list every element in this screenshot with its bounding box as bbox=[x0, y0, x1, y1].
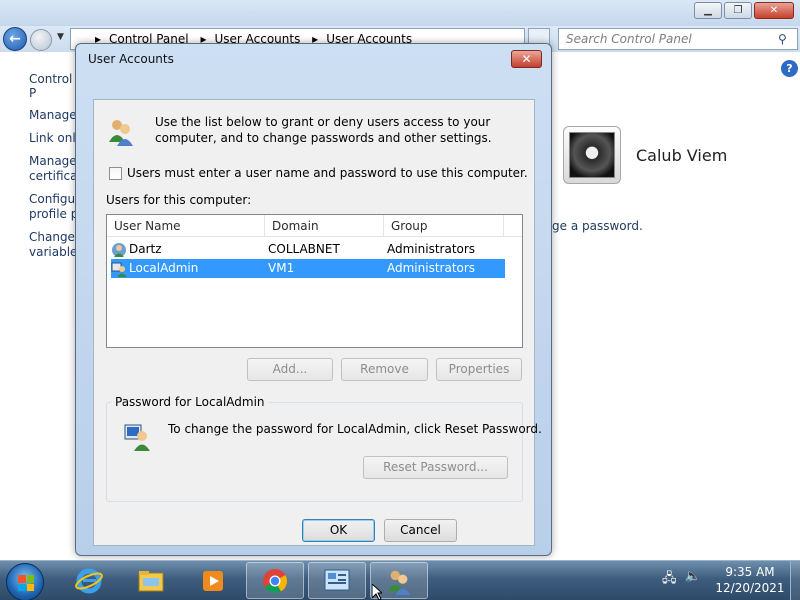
left-pane-link[interactable]: Manage bbox=[29, 108, 77, 122]
properties-button[interactable]: Properties bbox=[436, 358, 522, 381]
domain-user-icon bbox=[112, 242, 126, 257]
password-group: Password for LocalAdmin To change the pa… bbox=[106, 395, 542, 502]
search-icon[interactable]: ⚲ bbox=[778, 32, 792, 46]
user-password-icon bbox=[124, 424, 150, 451]
users-list[interactable]: User Name Domain Group Dartz COLLABNET A… bbox=[106, 214, 523, 348]
dialog-body: Use the list below to grant or deny user… bbox=[93, 99, 542, 546]
user-picture bbox=[563, 126, 621, 184]
left-pane-link[interactable]: Configur bbox=[29, 192, 80, 206]
column-header-group[interactable]: Group bbox=[384, 215, 504, 237]
intro-text: Use the list below to grant or deny user… bbox=[155, 115, 492, 145]
start-button[interactable] bbox=[6, 563, 44, 600]
explorer-icon[interactable] bbox=[122, 562, 180, 599]
cancel-button[interactable]: Cancel bbox=[384, 519, 457, 542]
clock[interactable]: 9:35 AM 12/20/2021 bbox=[715, 564, 785, 596]
user-name-cell: Dartz bbox=[129, 242, 162, 256]
dog-picture-icon bbox=[569, 132, 615, 178]
must-login-label[interactable]: Users must enter a user name and passwor… bbox=[127, 166, 528, 180]
clock-date: 12/20/2021 bbox=[715, 581, 785, 595]
column-header-domain[interactable]: Domain bbox=[265, 215, 384, 237]
clock-time: 9:35 AM bbox=[725, 565, 775, 579]
must-login-checkbox[interactable] bbox=[109, 166, 122, 180]
windows-logo-icon bbox=[18, 575, 34, 591]
remove-button[interactable]: Remove bbox=[341, 358, 428, 381]
password-instructions: To change the password for LocalAdmin, c… bbox=[168, 422, 542, 436]
forward-button[interactable] bbox=[30, 29, 52, 51]
search-input[interactable]: Search Control Panel ⚲ bbox=[558, 28, 798, 50]
mouse-cursor-icon bbox=[372, 584, 382, 600]
left-pane-link[interactable]: Change bbox=[29, 230, 75, 244]
group-cell: Administrators bbox=[387, 242, 476, 256]
list-header: User Name Domain Group bbox=[107, 215, 522, 237]
change-password-link[interactable]: ge a password. bbox=[552, 219, 643, 233]
search-placeholder: Search Control Panel bbox=[566, 32, 692, 46]
domain-cell: VM1 bbox=[268, 261, 295, 275]
network-icon[interactable]: 🖧 bbox=[662, 569, 677, 591]
account-name: Calub Viem bbox=[636, 146, 728, 165]
domain-cell: COLLABNET bbox=[268, 242, 340, 256]
column-header-user-name[interactable]: User Name bbox=[107, 215, 265, 237]
must-login-row[interactable]: Users must enter a user name and passwor… bbox=[109, 166, 528, 180]
system-tray: 🖧 🔈 bbox=[662, 569, 701, 591]
control-panel-icon[interactable] bbox=[308, 562, 366, 599]
local-user-icon bbox=[111, 262, 127, 277]
ok-button[interactable]: OK bbox=[302, 519, 375, 542]
table-row-selected[interactable]: LocalAdmin VM1 Administrators bbox=[111, 259, 505, 278]
maximize-button[interactable]: ❐ bbox=[724, 2, 752, 19]
user-accounts-dialog: User Accounts ✕ Use the list below to gr… bbox=[75, 43, 552, 556]
close-button[interactable]: ✕ bbox=[754, 2, 794, 19]
add-button[interactable]: Add... bbox=[247, 358, 333, 381]
table-row[interactable]: Dartz COLLABNET Administrators bbox=[111, 240, 505, 259]
media-player-icon[interactable] bbox=[184, 562, 242, 599]
chrome-icon[interactable] bbox=[246, 562, 304, 599]
left-pane: Control P Manage Link onli Manage certif… bbox=[0, 52, 84, 560]
users-label: Users for this computer: bbox=[106, 193, 252, 207]
back-button[interactable]: ← bbox=[3, 27, 27, 51]
help-icon[interactable]: ? bbox=[781, 60, 798, 77]
group-cell: Administrators bbox=[387, 261, 476, 275]
show-desktop-button[interactable] bbox=[790, 561, 800, 600]
password-group-label: Password for LocalAdmin bbox=[111, 395, 269, 409]
user-name-cell: LocalAdmin bbox=[129, 261, 199, 275]
internet-explorer-icon[interactable] bbox=[60, 562, 118, 599]
left-pane-title[interactable]: Control P bbox=[29, 72, 78, 100]
dialog-close-button[interactable]: ✕ bbox=[511, 50, 542, 68]
minimize-button[interactable]: ▁ bbox=[694, 2, 722, 19]
recent-pages-dropdown[interactable]: ▼ bbox=[57, 32, 64, 42]
reset-password-button[interactable]: Reset Password... bbox=[363, 456, 508, 479]
volume-icon[interactable]: 🔈 bbox=[685, 569, 701, 591]
taskbar: 🖧 🔈 9:35 AM 12/20/2021 bbox=[0, 560, 800, 600]
users-icon bbox=[109, 120, 133, 146]
left-pane-link[interactable]: Link onli bbox=[29, 131, 79, 145]
title-bar: ▁ ❐ ✕ bbox=[0, 0, 800, 26]
dialog-title: User Accounts bbox=[88, 52, 174, 66]
left-pane-link[interactable]: Manage bbox=[29, 154, 77, 168]
